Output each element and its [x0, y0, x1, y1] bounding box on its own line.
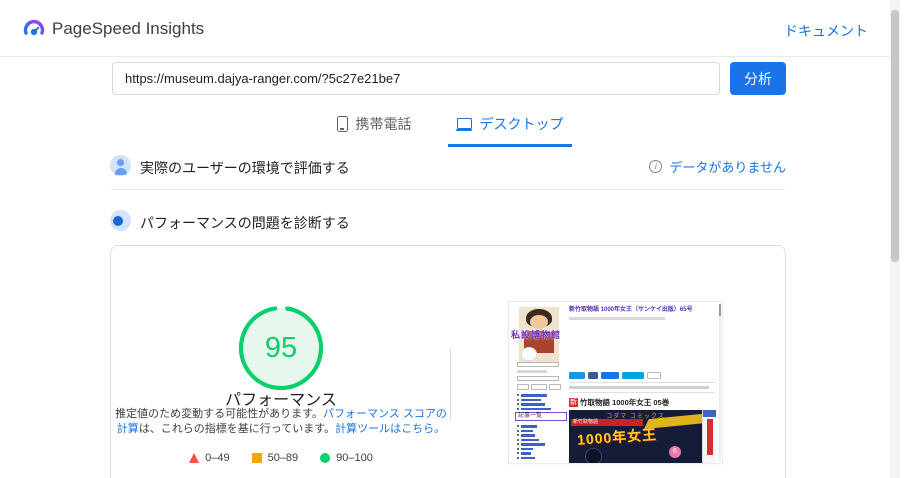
field-data-section-row: 実際のユーザーの環境で評価する i データがありません [110, 155, 786, 181]
diagnose-icon [110, 210, 131, 231]
preview-button [549, 384, 561, 390]
vertical-divider [450, 349, 451, 421]
scrollbar-thumb[interactable] [891, 10, 899, 262]
micro-text-bar [517, 370, 547, 373]
url-input[interactable] [112, 62, 720, 95]
preview-search-box [517, 376, 559, 381]
preview-post-title: 新竹取物語 1000年女王（サンケイ出版）65号 [569, 307, 693, 313]
lab-section-title: パフォーマンスの問題を診断する [140, 215, 350, 231]
page-screenshot-preview[interactable]: 私設博物館 新竹取物語 1000年女王（サンケイ出版）65号 記事一覧 新 竹取… [508, 301, 723, 464]
cover-art-shape [585, 448, 602, 463]
legend-range-fail: 0–49 [205, 452, 230, 464]
spine-art-shape [706, 419, 713, 455]
preview-separator [569, 392, 715, 393]
no-data-label: データがありません [669, 160, 786, 175]
score-value: 95 [264, 331, 298, 364]
field-section-title: 実際のユーザーの環境で評価する [140, 160, 350, 176]
performance-score-gauge[interactable]: 95 [233, 300, 329, 396]
performance-report-card: 95 パフォーマンス 推定値のため変動する可能性があります。パフォーマンス スコ… [110, 245, 786, 478]
pagespeed-insights-page: PageSpeed Insights ドキュメント 分析 携帯電話 デスクトップ… [0, 0, 910, 478]
preview-sidebar-box: 記事一覧 [515, 412, 567, 421]
tab-mobile-label: 携帯電話 [355, 116, 412, 132]
documentation-link[interactable]: ドキュメント [784, 21, 868, 41]
pagespeed-logo-icon [23, 19, 45, 36]
preview-separator [569, 382, 715, 383]
info-icon: i [649, 160, 663, 173]
preview-site-name: 私設博物館 [511, 330, 562, 340]
phone-icon [336, 116, 348, 132]
manga-cover-image: コダマ コミックス 新竹取物語 1000年女王 6 [569, 410, 702, 463]
legend-range-pass: 90–100 [336, 452, 373, 464]
spine-art-shape [703, 410, 716, 417]
green-circle-icon [320, 453, 331, 463]
preview-share-button [601, 372, 619, 379]
app-header: PageSpeed Insights ドキュメント [0, 0, 900, 57]
tab-desktop[interactable]: デスクトップ [447, 108, 572, 147]
tab-desktop-label: デスクトップ [479, 116, 564, 132]
preview-scrollbar [719, 304, 721, 460]
preview-button [517, 384, 529, 390]
legend-item-fail: 0–49 [189, 452, 230, 464]
user-icon [110, 155, 131, 176]
analyze-button[interactable]: 分析 [730, 62, 786, 95]
preview-button [531, 384, 547, 390]
disclaimer-text-1: 推定値のため変動する可能性があります。 [115, 408, 324, 420]
banner-art-shape [530, 315, 548, 329]
cover-volume-badge: 6 [669, 446, 681, 458]
lab-data-section-row: パフォーマンスの問題を診断する [110, 210, 786, 236]
disclaimer-text-2: は、これらの指標を基に行っています。 [138, 423, 336, 435]
score-disclaimer: 推定値のため変動する可能性があります。パフォーマンス スコアの計算は、これらの指… [115, 407, 447, 437]
preview-category-links [517, 425, 545, 459]
device-tabs: 携帯電話 デスクトップ [0, 108, 900, 147]
micro-text-bar [569, 386, 709, 389]
preview-share-button [622, 372, 644, 379]
legend-range-average: 50–89 [267, 452, 299, 464]
section-divider [110, 189, 786, 190]
calc-tool-link[interactable]: 計算ツールはこちら。 [335, 423, 445, 435]
laptop-icon [455, 117, 472, 131]
no-data-status[interactable]: i データがありません [649, 157, 786, 176]
preview-dropdown [517, 362, 559, 367]
new-badge: 新 [569, 398, 578, 407]
book-spine [702, 410, 716, 463]
score-legend: 0–49 50–89 90–100 [111, 452, 451, 464]
orange-square-icon [251, 453, 262, 463]
preview-share-button [588, 372, 598, 379]
tab-mobile[interactable]: 携帯電話 [329, 108, 420, 147]
preview-article-heading: 新 竹取物語 1000年女王 05巻 [569, 397, 669, 408]
cover-title-text: 1000年女王 [576, 426, 658, 448]
preview-share-button [647, 372, 661, 379]
article-heading-text: 竹取物語 1000年女王 05巻 [580, 398, 670, 407]
legend-item-average: 50–89 [251, 452, 299, 464]
banner-art-shape [521, 347, 537, 361]
red-triangle-icon [189, 453, 200, 463]
preview-nav-links [517, 394, 551, 410]
preview-share-button [569, 372, 585, 379]
page-title: PageSpeed Insights [52, 19, 205, 38]
preview-breadcrumb-bar [569, 317, 665, 320]
legend-item-pass: 90–100 [320, 452, 373, 464]
